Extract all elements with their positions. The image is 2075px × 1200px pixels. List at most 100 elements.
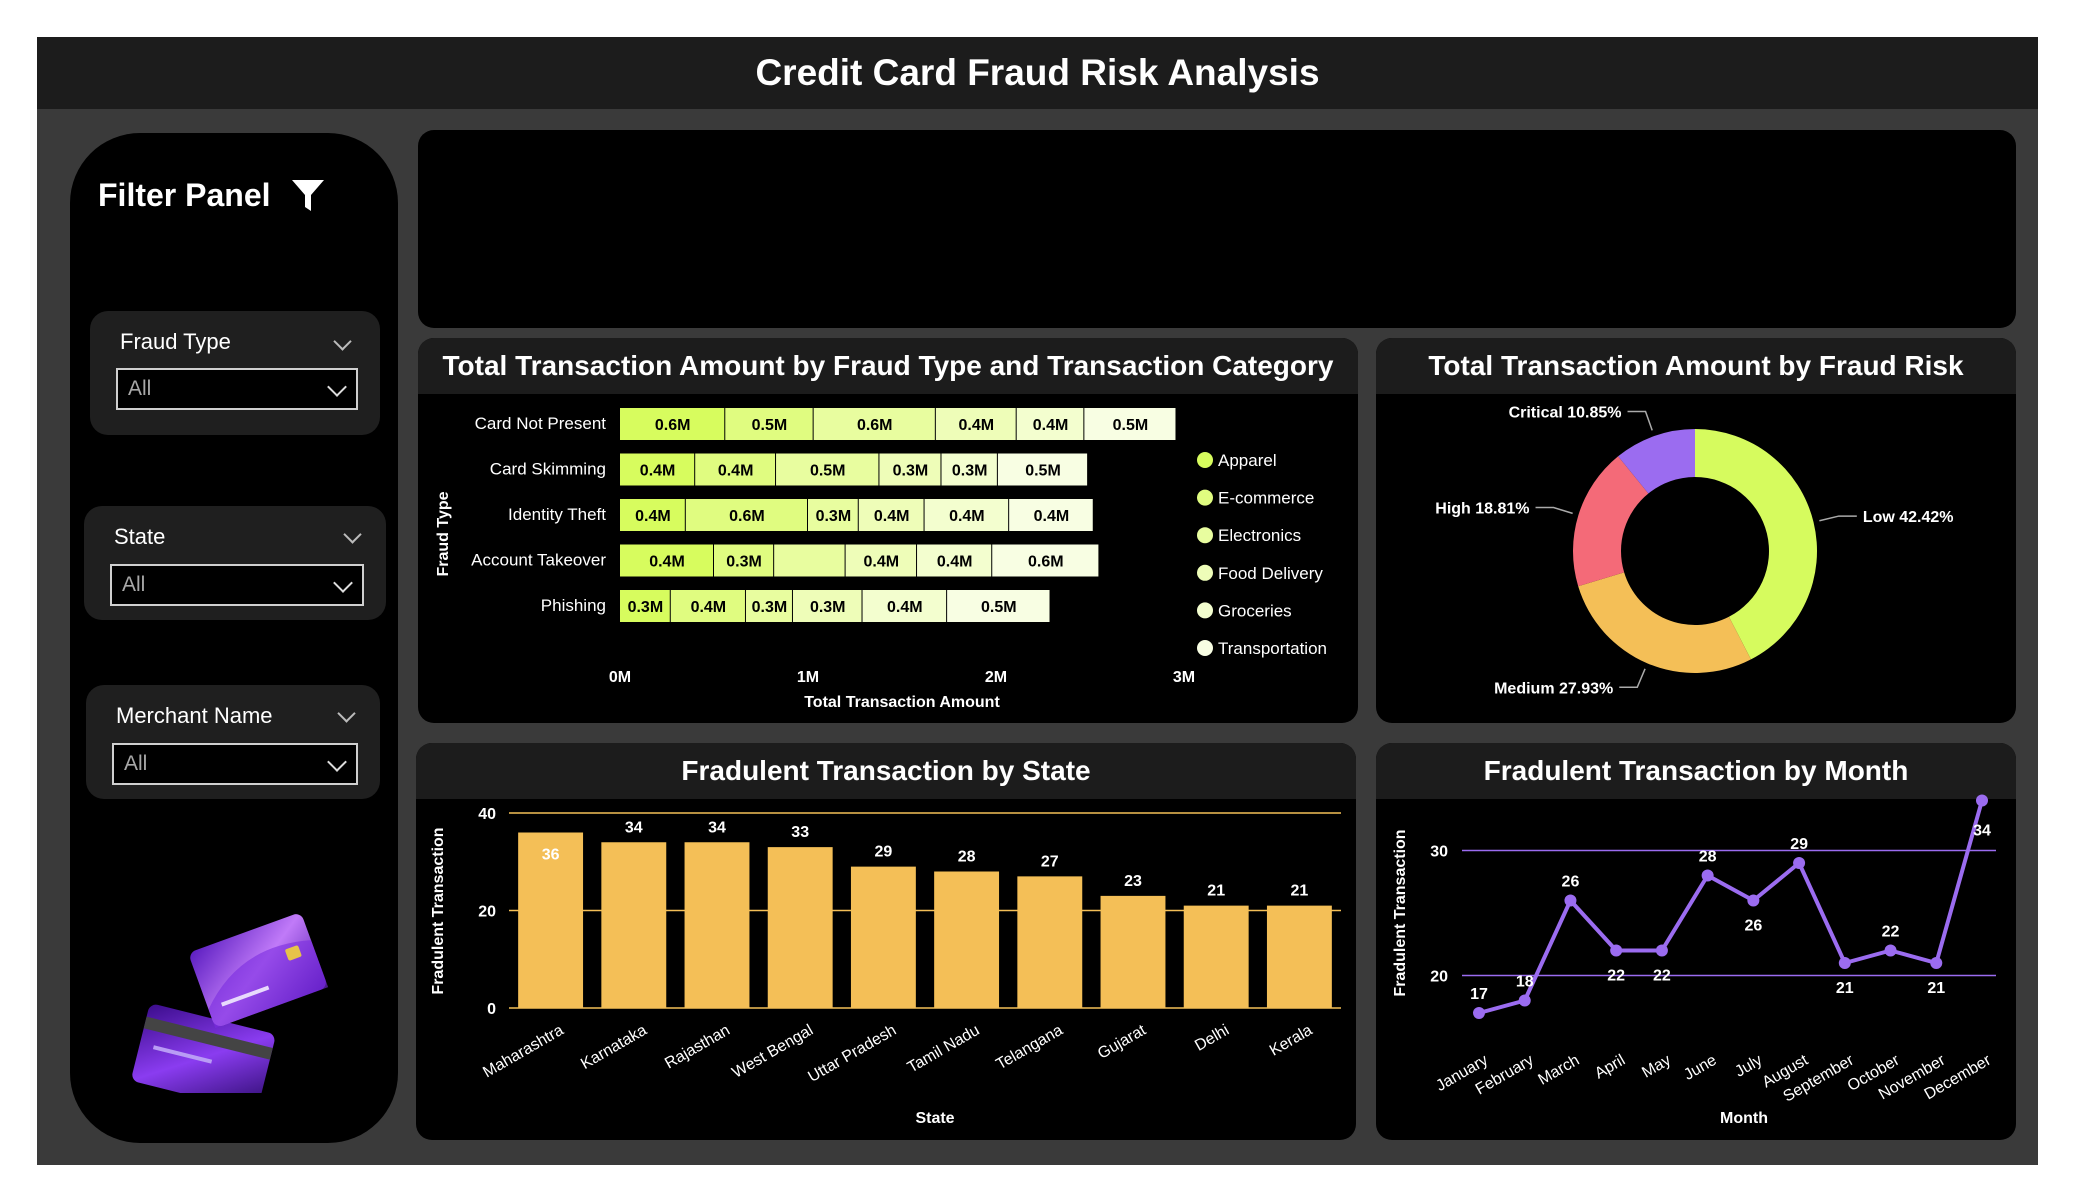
- fraud-type-dropdown[interactable]: All: [116, 368, 358, 410]
- data-label: 22: [1653, 968, 1671, 985]
- y-axis-label: Fraud Type: [435, 491, 452, 576]
- data-label: 17: [1470, 986, 1488, 1003]
- data-point: [1838, 957, 1851, 969]
- chevron-down-icon[interactable]: [333, 332, 352, 351]
- data-point: [1930, 957, 1943, 969]
- bar: [684, 842, 750, 1008]
- fraud-risk-donut-chart: Low 42.42% Medium 27.93% High 18.81% Critic…: [1435, 405, 1954, 698]
- merchant-name-dropdown-value: All: [124, 752, 148, 775]
- data-label: 0.4M: [691, 599, 727, 616]
- data-label: 0.3M: [628, 599, 664, 616]
- data-label: 21: [1291, 883, 1309, 900]
- month-chart-panel: Fradulent Transaction by Month 20 30 17 Jan…: [1376, 743, 2016, 1140]
- data-label: 29: [1790, 836, 1808, 853]
- y-tick-label: 0: [487, 1001, 496, 1018]
- y-tick-label: Identity Theft: [508, 505, 606, 524]
- data-label: 0.3M: [810, 599, 846, 616]
- data-point: [1747, 894, 1760, 907]
- chevron-down-icon: [327, 377, 347, 397]
- donut-slice: [1578, 572, 1751, 673]
- data-label: 0.6M: [857, 417, 893, 434]
- filter-icon: [291, 179, 324, 211]
- data-label: 0.4M: [649, 554, 685, 571]
- x-axis-label: Month: [1720, 1110, 1768, 1127]
- slicer-state-label: State: [114, 524, 166, 549]
- series-line: [1478, 799, 1984, 1015]
- title-bar: Credit Card Fraud Risk Analysis: [37, 37, 2038, 109]
- bar: [1100, 895, 1166, 1008]
- chevron-down-icon[interactable]: [343, 525, 362, 544]
- data-label: 0.4M: [887, 599, 923, 616]
- data-label: 0.5M: [981, 599, 1017, 616]
- data-point: [1518, 994, 1531, 1007]
- data-label: 0.4M: [1034, 508, 1070, 525]
- data-label: 0.4M: [1033, 417, 1069, 434]
- x-tick-label: Delhi: [1192, 1022, 1232, 1055]
- data-label: 0.4M: [635, 508, 671, 525]
- x-tick-label: Uttar Pradesh: [805, 1022, 899, 1086]
- state-bar-chart: 0 20 40 36 Maharashtra 34 Karnataka 34 Rajasthan…: [430, 806, 1341, 1127]
- leader-line: [1627, 410, 1653, 431]
- data-label: 0.5M: [752, 417, 788, 434]
- data-label: 29: [875, 844, 893, 861]
- data-point: [1610, 944, 1623, 957]
- data-point: [1701, 869, 1714, 882]
- data-label: 33: [791, 824, 809, 841]
- x-axis-label: State: [915, 1110, 954, 1127]
- bar: [767, 847, 833, 1008]
- leader-line: [1535, 506, 1573, 515]
- data-label: 0.6M: [729, 508, 765, 525]
- x-tick-label: 2M: [985, 669, 1007, 686]
- data-label: 26: [1744, 918, 1762, 935]
- x-tick-label: 1M: [797, 669, 819, 686]
- month-line-chart: 203017January18February26March22April22M…: [1392, 794, 1996, 1127]
- bar: [601, 842, 667, 1008]
- y-tick-label: Card Skimming: [490, 460, 606, 479]
- chevron-down-icon[interactable]: [337, 704, 356, 723]
- data-point: [1655, 944, 1668, 957]
- legend-label: E-commerce: [1218, 489, 1314, 508]
- data-label: 0.4M: [949, 508, 985, 525]
- data-label: 28: [1699, 849, 1717, 866]
- y-tick-label: Phishing: [541, 596, 606, 615]
- state-dropdown[interactable]: All: [110, 564, 364, 606]
- data-label: 0.4M: [640, 463, 676, 480]
- leader-line: [1819, 515, 1857, 522]
- x-tick-label: Karnataka: [578, 1022, 650, 1073]
- x-axis-label: Total Transaction Amount: [804, 694, 1000, 711]
- x-tick-label: 0M: [609, 669, 631, 686]
- slicer-state: State All: [84, 506, 386, 620]
- slice-label: Low 42.42%: [1863, 509, 1954, 526]
- data-label: 22: [1882, 924, 1900, 941]
- data-label: 21: [1207, 883, 1225, 900]
- x-tick-label: Maharashtra: [480, 1022, 566, 1082]
- x-tick-label: West Bengal: [729, 1022, 816, 1082]
- data-label: 21: [1927, 980, 1945, 997]
- legend-label: Groceries: [1218, 601, 1292, 620]
- legend-marker: [1197, 640, 1213, 656]
- y-tick-label: 20: [1430, 969, 1448, 986]
- bar-segment: [774, 544, 845, 577]
- x-tick-label: April: [1592, 1052, 1628, 1083]
- state-chart-panel: Fradulent Transaction by State 0 20 40 36 Ma…: [416, 743, 1356, 1140]
- y-tick-label: Card Not Present: [475, 414, 607, 433]
- filter-panel-title: Filter Panel: [98, 177, 325, 214]
- bar: [1266, 905, 1332, 1008]
- fraud-type-dropdown-value: All: [128, 377, 152, 400]
- data-label: 34: [625, 819, 643, 836]
- data-label: 36: [542, 847, 560, 864]
- data-label: 0.4M: [937, 554, 973, 571]
- data-point: [1976, 794, 1988, 807]
- data-label: 0.4M: [718, 463, 754, 480]
- merchant-name-dropdown[interactable]: All: [112, 743, 358, 785]
- data-label: 18: [1516, 974, 1534, 991]
- fraud-risk-chart-panel: Total Transaction Amount by Fraud Risk L…: [1376, 338, 2016, 723]
- x-tick-label: June: [1681, 1052, 1720, 1084]
- data-label: 0.3M: [752, 599, 788, 616]
- x-tick-label: Kerala: [1267, 1022, 1316, 1060]
- x-tick-label: Gujarat: [1095, 1021, 1149, 1062]
- data-point: [1793, 857, 1806, 869]
- slicer-merchant-name: Merchant Name All: [86, 685, 380, 799]
- data-point: [1884, 944, 1897, 957]
- slice-label: Medium 27.93%: [1494, 680, 1613, 697]
